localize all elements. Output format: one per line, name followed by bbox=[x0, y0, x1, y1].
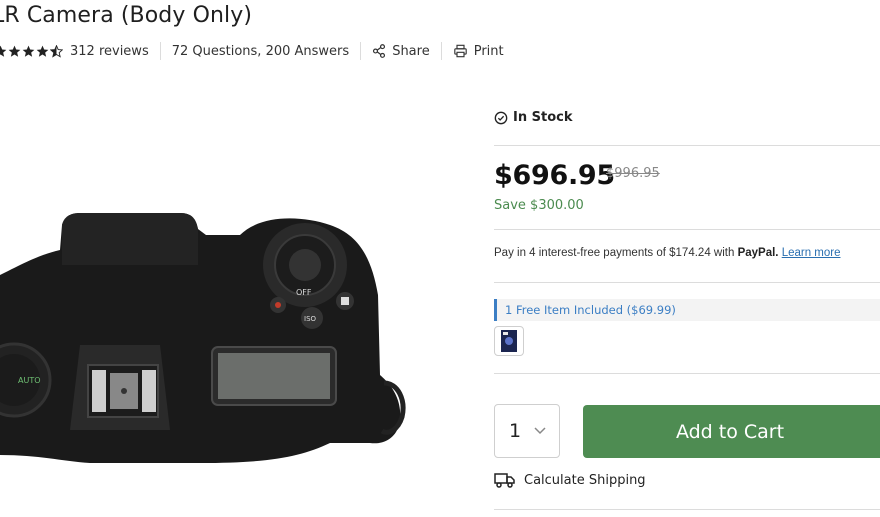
rating-stars[interactable] bbox=[0, 44, 64, 58]
add-to-cart-button[interactable]: Add to Cart bbox=[583, 405, 880, 458]
paypal-text: Pay in 4 interest-free payments of $174.… bbox=[494, 247, 735, 259]
star-half-icon bbox=[50, 44, 63, 58]
free-item-image bbox=[501, 330, 517, 352]
savings-label: Save $300.00 bbox=[494, 198, 584, 213]
star-icon bbox=[22, 45, 35, 57]
free-item-banner[interactable]: 1 Free Item Included ($69.99) bbox=[494, 299, 880, 321]
paypal-installments: Pay in 4 interest-free payments of $174.… bbox=[494, 247, 841, 259]
stock-status: In Stock bbox=[494, 110, 572, 125]
product-image-camera: AUTO OFF ISO bbox=[0, 213, 406, 463]
stock-label: In Stock bbox=[513, 110, 573, 125]
divider bbox=[494, 229, 880, 230]
divider bbox=[494, 282, 880, 283]
divider bbox=[159, 42, 161, 60]
free-item-thumbnail[interactable] bbox=[494, 326, 524, 356]
product-meta-row: 312 reviews 72 Questions, 200 Answers Sh… bbox=[0, 40, 504, 62]
paypal-learn-more-link[interactable]: Learn more bbox=[782, 247, 841, 259]
quantity-select[interactable]: 1 bbox=[494, 404, 560, 458]
product-title: LR Camera (Body Only) bbox=[0, 3, 253, 28]
svg-text:AUTO: AUTO bbox=[18, 376, 41, 385]
paypal-brand: PayPal. bbox=[737, 247, 779, 259]
chevron-down-icon bbox=[534, 427, 546, 435]
share-button[interactable]: Share bbox=[372, 44, 430, 59]
current-price: $696.95 bbox=[494, 160, 615, 191]
truck-icon bbox=[494, 473, 515, 488]
divider bbox=[494, 145, 880, 146]
questions-link[interactable]: 72 Questions, 200 Answers bbox=[172, 44, 349, 59]
purchase-panel: In Stock $696.95 $996.95 Save $300.00 Pa… bbox=[494, 0, 880, 517]
star-icon bbox=[36, 45, 49, 57]
svg-text:OFF: OFF bbox=[296, 288, 312, 297]
quantity-value: 1 bbox=[509, 420, 522, 442]
star-icon bbox=[8, 45, 21, 57]
shipping-label: Calculate Shipping bbox=[524, 472, 646, 488]
svg-text:ISO: ISO bbox=[304, 315, 317, 323]
divider bbox=[494, 509, 880, 510]
calculate-shipping-link[interactable]: Calculate Shipping bbox=[494, 472, 646, 488]
original-price: $996.95 bbox=[606, 166, 660, 181]
share-label: Share bbox=[392, 43, 430, 59]
divider bbox=[440, 42, 442, 60]
divider bbox=[360, 42, 362, 60]
printer-icon bbox=[453, 44, 467, 58]
divider bbox=[494, 373, 880, 374]
check-circle-icon bbox=[494, 111, 508, 124]
reviews-link[interactable]: 312 reviews bbox=[70, 44, 149, 59]
star-icon bbox=[0, 45, 7, 57]
share-icon bbox=[373, 44, 386, 58]
